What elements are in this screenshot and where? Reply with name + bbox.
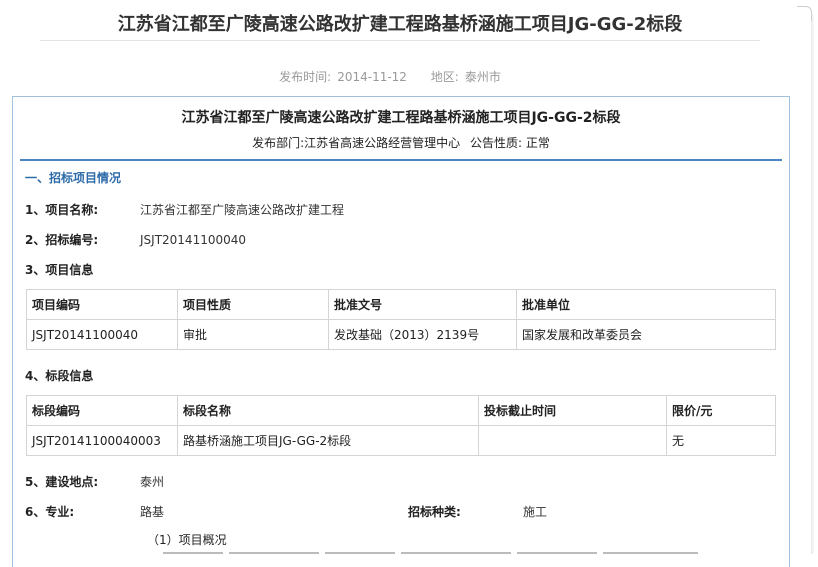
table-cell [478, 425, 667, 456]
table-cell: JSJT20141100040003 [26, 425, 178, 456]
table-cell: 无 [666, 425, 776, 456]
bid-type-label: 招标种类: [408, 505, 461, 519]
truncated-text-line [163, 549, 783, 555]
page-right-shadow [811, 14, 814, 554]
notice-subtitle: 发布部门:江苏省高速公路经营管理中心 公告性质: 正常 [13, 134, 789, 151]
table-cell: 审批 [177, 319, 329, 350]
location-value: 泰州 [140, 475, 165, 489]
section-heading-bid-info: 一、招标项目情况 [25, 171, 122, 185]
table-header-cell: 批准文号 [328, 289, 517, 320]
publish-date-label: 发布时间: [279, 70, 332, 84]
bid-number-value: JSJT20141100040 [140, 233, 247, 247]
table-header-cell: 项目性质 [177, 289, 329, 320]
table-header-cell: 限价/元 [666, 395, 776, 426]
location-row: 5、建设地点: 泰州 [25, 473, 164, 490]
region-label: 地区: [430, 70, 459, 84]
specialty-value: 路基 [140, 505, 165, 519]
section-info-row: 4、标段信息 [25, 367, 140, 384]
bid-number-label: 2、招标编号: [25, 233, 99, 247]
region-value: 泰州市 [464, 70, 501, 84]
table-cell: JSJT20141100040 [26, 319, 178, 350]
section-info-label: 4、标段信息 [25, 369, 94, 383]
project-info-table: 项目编码 项目性质 批准文号 批准单位 JSJT20141100040 审批 发… [26, 289, 776, 350]
project-overview-label: （1）项目概况 [147, 533, 227, 547]
table-header-row: 标段编码 标段名称 投标截止时间 限价/元 [26, 395, 776, 426]
table-header-cell: 投标截止时间 [478, 395, 667, 426]
table-row: JSJT20141100040 审批 发改基础（2013）2139号 国家发展和… [26, 319, 776, 350]
title-divider [40, 40, 760, 41]
project-info-label: 3、项目信息 [25, 263, 94, 277]
specialty-row: 6、专业: 路基 招标种类: 施工 [25, 503, 765, 520]
table-header-cell: 标段编码 [26, 395, 178, 426]
location-label: 5、建设地点: [25, 475, 99, 489]
table-header-cell: 项目编码 [26, 289, 178, 320]
section-divider [20, 159, 782, 161]
table-header-cell: 批准单位 [516, 289, 776, 320]
notice-title: 江苏省江都至广陵高速公路改扩建工程路基桥涵施工项目JG-GG-2标段 [181, 110, 621, 126]
specialty-label: 6、专业: [25, 505, 75, 519]
nature-label: 公告性质: [470, 136, 523, 150]
section-info-table: 标段编码 标段名称 投标截止时间 限价/元 JSJT20141100040003… [26, 395, 776, 456]
page-title: 江苏省江都至广陵高速公路改扩建工程路基桥涵施工项目JG-GG-2标段 [117, 14, 683, 35]
table-cell: 路基桥涵施工项目JG-GG-2标段 [177, 425, 479, 456]
publish-date-value: 2014-11-12 [337, 70, 407, 84]
notice-content-box: 江苏省江都至广陵高速公路改扩建工程路基桥涵施工项目JG-GG-2标段 发布部门:… [12, 96, 790, 567]
table-cell: 发改基础（2013）2139号 [328, 319, 517, 350]
project-name-value: 江苏省江都至广陵高速公路改扩建工程 [140, 203, 345, 217]
nature-value: 正常 [525, 136, 550, 150]
table-row: JSJT20141100040003 路基桥涵施工项目JG-GG-2标段 无 [26, 425, 776, 456]
project-name-row: 1、项目名称: 江苏省江都至广陵高速公路改扩建工程 [25, 201, 344, 218]
project-name-label: 1、项目名称: [25, 203, 99, 217]
bid-type-value: 施工 [523, 505, 548, 519]
dept-label: 发布部门: [252, 136, 305, 150]
page-corner-curl [797, 6, 812, 21]
dept-value: 江苏省高速公路经营管理中心 [304, 136, 461, 150]
bid-number-row: 2、招标编号: JSJT20141100040 [25, 231, 246, 248]
table-header-cell: 标段名称 [177, 395, 479, 426]
table-cell: 国家发展和改革委员会 [516, 319, 776, 350]
project-info-row: 3、项目信息 [25, 261, 140, 278]
publish-meta: 发布时间: 2014-11-12 地区: 泰州市 [0, 68, 800, 85]
table-header-row: 项目编码 项目性质 批准文号 批准单位 [26, 289, 776, 320]
